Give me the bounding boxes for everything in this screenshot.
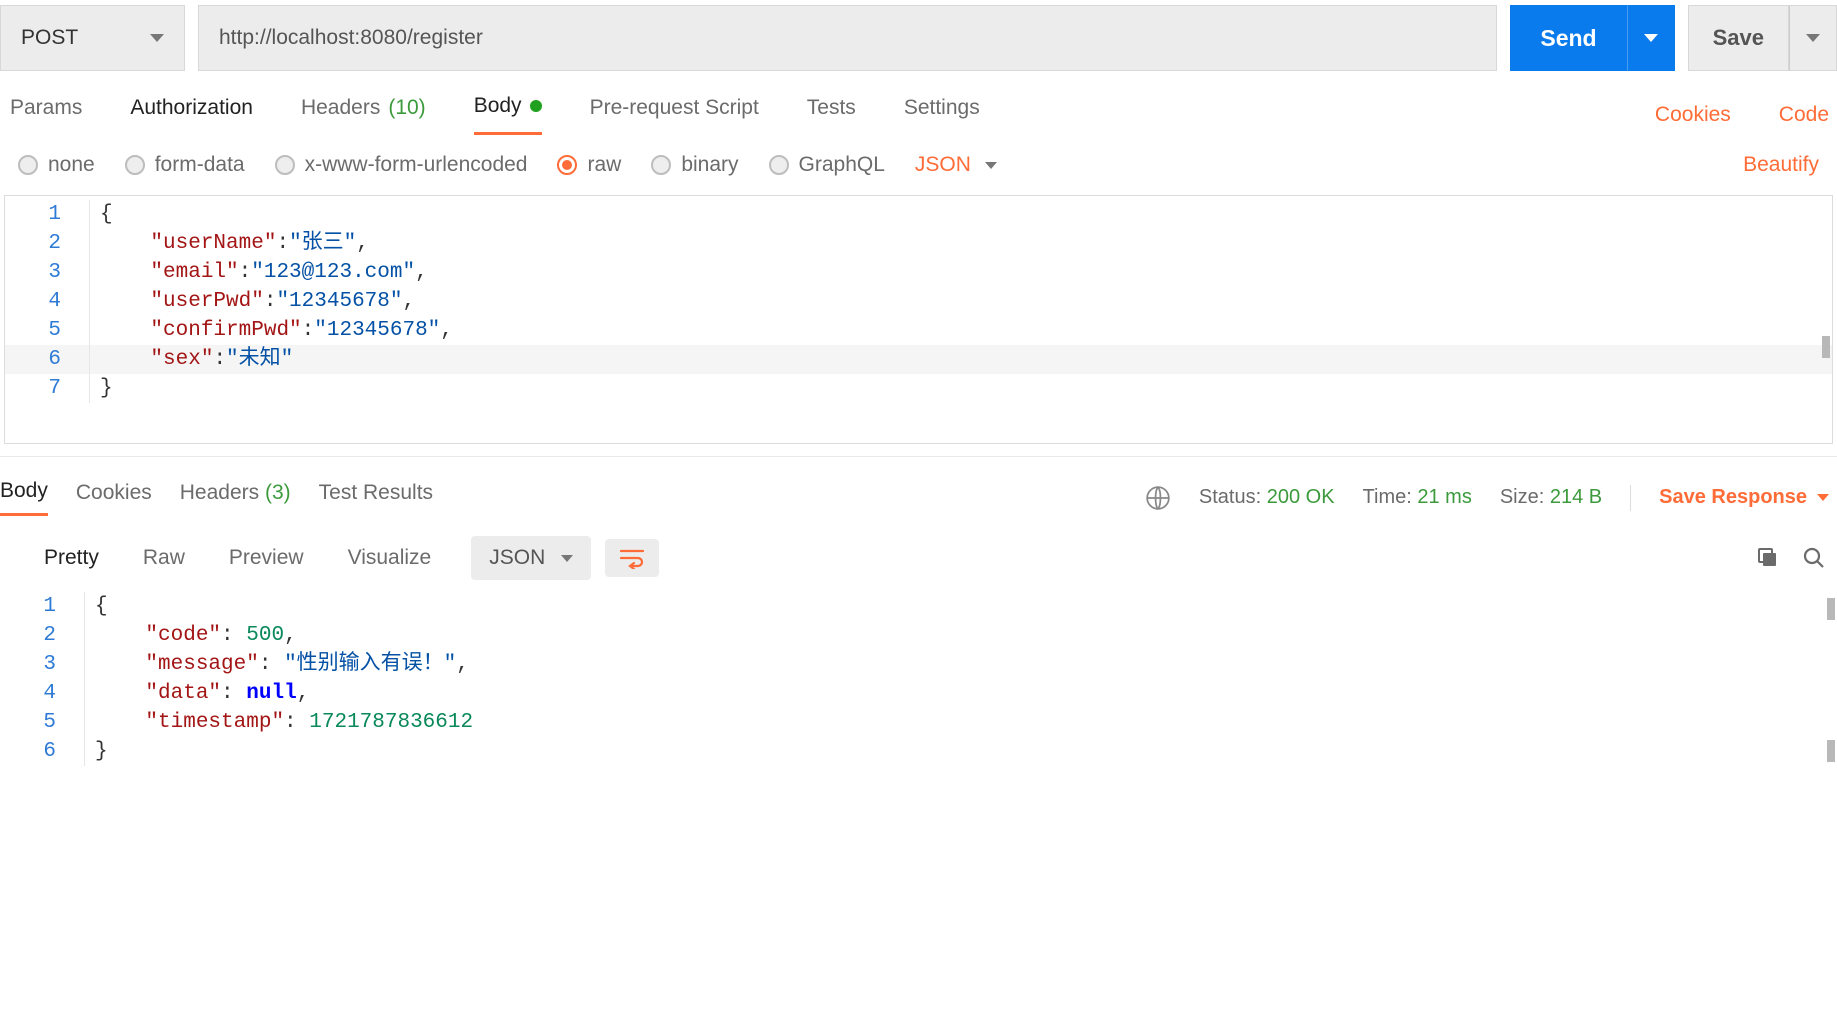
radio-icon bbox=[769, 155, 789, 175]
radio-icon bbox=[125, 155, 145, 175]
send-button[interactable]: Send bbox=[1510, 5, 1626, 71]
chevron-down-icon bbox=[1644, 34, 1658, 42]
line-number: 6 bbox=[5, 345, 90, 374]
body-format-value: JSON bbox=[915, 153, 971, 177]
tab-headers[interactable]: Headers (10) bbox=[301, 96, 426, 134]
tab-tests[interactable]: Tests bbox=[807, 96, 856, 134]
globe-icon[interactable] bbox=[1145, 485, 1171, 511]
response-format-value: JSON bbox=[489, 546, 545, 570]
cookies-link[interactable]: Cookies bbox=[1655, 103, 1731, 127]
url-input[interactable] bbox=[198, 5, 1497, 71]
copy-button[interactable] bbox=[1753, 543, 1783, 573]
request-tabs: Params Authorization Headers (10) Body P… bbox=[0, 76, 1837, 135]
response-body-editor[interactable]: 1 { 2 "code": 500, 3 "message": "性别输入有误！… bbox=[0, 590, 1837, 768]
radio-urlencoded[interactable]: x-www-form-urlencoded bbox=[275, 153, 528, 177]
line-number: 3 bbox=[0, 650, 85, 679]
line-number: 3 bbox=[5, 258, 90, 287]
radio-label: binary bbox=[681, 153, 738, 177]
resp-tab-headers[interactable]: Headers (3) bbox=[180, 481, 291, 515]
response-header: Body Cookies Headers (3) Test Results St… bbox=[0, 456, 1837, 522]
line-number: 5 bbox=[5, 316, 90, 345]
view-pretty[interactable]: Pretty bbox=[22, 536, 121, 580]
request-body-editor-wrap: 1 { 2 "userName":"张三", 3 "email":"123@12… bbox=[4, 195, 1833, 444]
save-response-button[interactable]: Save Response bbox=[1659, 486, 1829, 509]
modified-dot-icon bbox=[530, 100, 542, 112]
wrap-icon bbox=[619, 547, 645, 569]
request-bar: POST Send Save bbox=[0, 0, 1837, 76]
resp-tab-cookies[interactable]: Cookies bbox=[76, 481, 152, 515]
radio-label: raw bbox=[587, 153, 621, 177]
chevron-down-icon bbox=[1817, 494, 1829, 501]
radio-label: x-www-form-urlencoded bbox=[305, 153, 528, 177]
search-button[interactable] bbox=[1799, 543, 1829, 573]
line-number: 1 bbox=[0, 592, 85, 621]
radio-icon bbox=[557, 155, 577, 175]
time-meta: Time: 21 ms bbox=[1363, 486, 1472, 509]
resp-headers-count: (3) bbox=[265, 481, 291, 504]
view-raw[interactable]: Raw bbox=[121, 536, 207, 580]
body-format-select[interactable]: JSON bbox=[915, 153, 997, 177]
line-number: 6 bbox=[0, 737, 85, 766]
radio-label: none bbox=[48, 153, 95, 177]
line-number: 4 bbox=[0, 679, 85, 708]
radio-label: GraphQL bbox=[799, 153, 885, 177]
size-meta: Size: 214 B bbox=[1500, 486, 1602, 509]
radio-binary[interactable]: binary bbox=[651, 153, 738, 177]
save-button[interactable]: Save bbox=[1688, 5, 1789, 71]
divider bbox=[1630, 485, 1631, 511]
beautify-link[interactable]: Beautify bbox=[1743, 153, 1819, 177]
minimap-scroll-icon bbox=[1822, 336, 1830, 358]
send-dropdown-button[interactable] bbox=[1627, 5, 1675, 71]
tab-settings[interactable]: Settings bbox=[904, 96, 980, 134]
radio-graphql[interactable]: GraphQL bbox=[769, 153, 885, 177]
view-visualize[interactable]: Visualize bbox=[326, 536, 454, 580]
minimap-scroll-icon bbox=[1827, 740, 1835, 762]
resp-tab-test-results[interactable]: Test Results bbox=[319, 481, 433, 515]
code-link[interactable]: Code bbox=[1779, 103, 1829, 127]
radio-form-data[interactable]: form-data bbox=[125, 153, 245, 177]
headers-count: (10) bbox=[388, 96, 425, 120]
radio-icon bbox=[651, 155, 671, 175]
radio-label: form-data bbox=[155, 153, 245, 177]
save-button-group: Save bbox=[1688, 5, 1837, 71]
chevron-down-icon bbox=[561, 555, 573, 562]
response-toolbar: Pretty Raw Preview Visualize JSON bbox=[0, 522, 1837, 590]
chevron-down-icon bbox=[1806, 34, 1820, 42]
save-dropdown-button[interactable] bbox=[1789, 5, 1837, 71]
search-icon bbox=[1802, 546, 1826, 570]
view-preview[interactable]: Preview bbox=[207, 536, 326, 580]
chevron-down-icon bbox=[150, 34, 164, 42]
tab-body[interactable]: Body bbox=[474, 94, 542, 135]
tab-authorization[interactable]: Authorization bbox=[130, 96, 253, 134]
wrap-lines-button[interactable] bbox=[605, 539, 659, 577]
send-button-group: Send bbox=[1510, 5, 1674, 71]
body-type-row: none form-data x-www-form-urlencoded raw… bbox=[0, 135, 1837, 195]
chevron-down-icon bbox=[985, 162, 997, 169]
tab-body-label: Body bbox=[474, 94, 522, 118]
radio-icon bbox=[275, 155, 295, 175]
copy-icon bbox=[1756, 546, 1780, 570]
http-method-select[interactable]: POST bbox=[0, 5, 185, 71]
http-method-value: POST bbox=[21, 26, 78, 50]
response-format-select[interactable]: JSON bbox=[471, 536, 591, 580]
line-number: 4 bbox=[5, 287, 90, 316]
line-number: 2 bbox=[0, 621, 85, 650]
request-body-editor[interactable]: 1 { 2 "userName":"张三", 3 "email":"123@12… bbox=[5, 196, 1832, 443]
line-number: 1 bbox=[5, 200, 90, 229]
tab-headers-label: Headers bbox=[301, 96, 380, 120]
minimap-scroll-icon bbox=[1827, 598, 1835, 620]
radio-raw[interactable]: raw bbox=[557, 153, 621, 177]
radio-icon bbox=[18, 155, 38, 175]
radio-none[interactable]: none bbox=[18, 153, 95, 177]
resp-tab-body[interactable]: Body bbox=[0, 479, 48, 516]
resp-headers-label: Headers bbox=[180, 481, 259, 504]
tab-prerequest[interactable]: Pre-request Script bbox=[590, 96, 759, 134]
tab-params[interactable]: Params bbox=[10, 96, 82, 134]
line-number: 5 bbox=[0, 708, 85, 737]
line-number: 7 bbox=[5, 374, 90, 403]
status-meta: Status: 200 OK bbox=[1199, 486, 1335, 509]
line-number: 2 bbox=[5, 229, 90, 258]
